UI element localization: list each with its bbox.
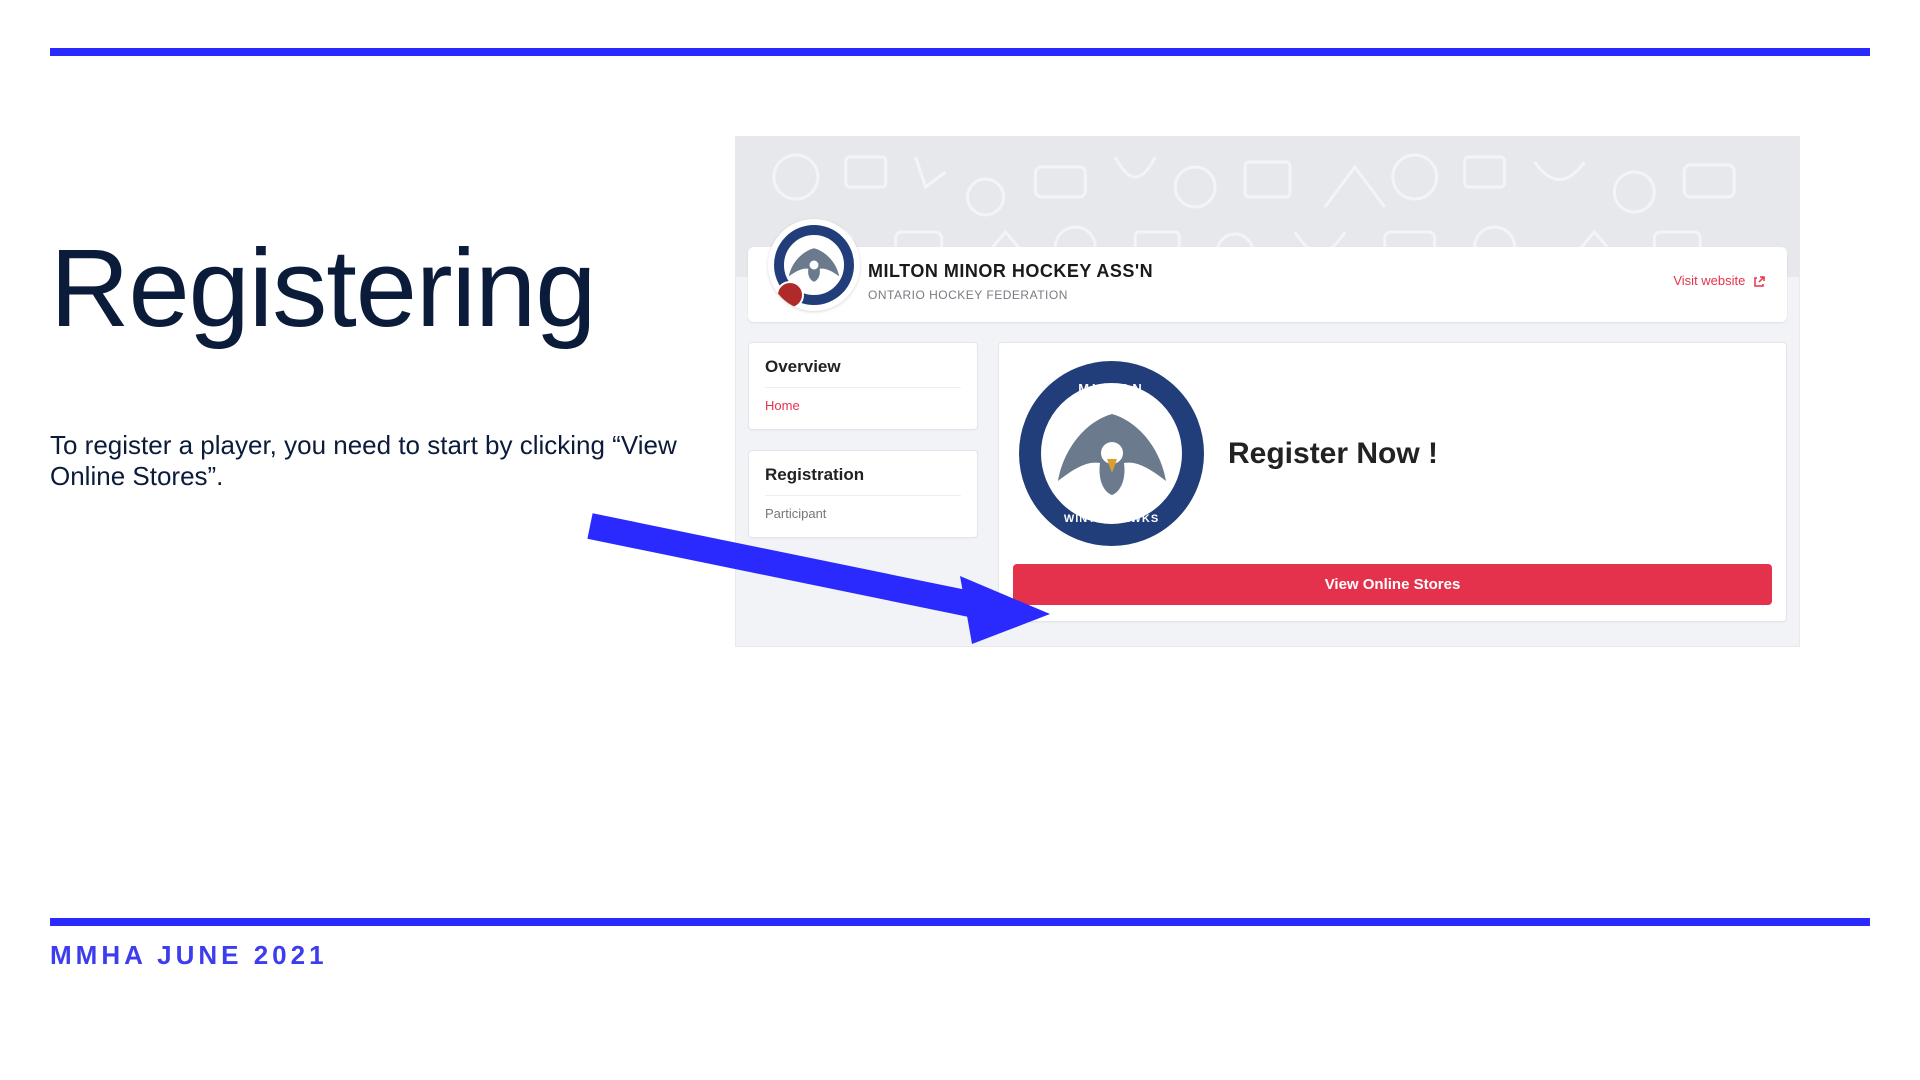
view-online-stores-button[interactable]: View Online Stores	[1013, 564, 1772, 605]
main-header: MILTON WINTERHAWKS Register Now !	[1013, 357, 1772, 564]
logo-bottom-text: WINTERHAWKS	[1041, 513, 1182, 525]
team-logo: MILTON WINTERHAWKS	[1019, 361, 1204, 546]
footer-text: MMHA JUNE 2021	[50, 940, 328, 971]
sidebar-registration-heading: Registration	[765, 465, 961, 485]
page-title: Registering	[50, 225, 595, 352]
hawk-logo-icon	[1052, 409, 1172, 499]
org-federation: ONTARIO HOCKEY FEDERATION	[868, 288, 1763, 302]
sidebar-registration-card: Registration Participant	[748, 450, 978, 538]
register-now-heading: Register Now !	[1228, 437, 1438, 471]
sidebar-item-participant[interactable]: Participant	[765, 495, 961, 527]
hawk-logo-icon	[786, 245, 842, 285]
org-avatar	[768, 219, 860, 311]
main-card: MILTON WINTERHAWKS Register Now ! View O…	[998, 342, 1787, 622]
slide: Registering To register a player, you ne…	[0, 0, 1920, 1080]
sidebar-overview-heading: Overview	[765, 357, 961, 377]
visit-website-link[interactable]: Visit website	[1673, 273, 1765, 288]
embedded-app-screenshot: MILTON MINOR HOCKEY ASS'N ONTARIO HOCKEY…	[735, 136, 1800, 647]
logo-top-text: MILTON	[1041, 381, 1182, 396]
instruction-text: To register a player, you need to start …	[50, 430, 690, 492]
content-row: Overview Home Registration Participant M…	[736, 322, 1799, 646]
sidebar: Overview Home Registration Participant	[748, 342, 978, 622]
sidebar-item-home[interactable]: Home	[765, 387, 961, 419]
sidebar-overview-card: Overview Home	[748, 342, 978, 430]
org-card: MILTON MINOR HOCKEY ASS'N ONTARIO HOCKEY…	[748, 247, 1787, 322]
bottom-rule	[50, 918, 1870, 926]
visit-website-label: Visit website	[1673, 273, 1745, 288]
federation-flag-icon	[776, 281, 804, 309]
top-rule	[50, 48, 1870, 56]
org-name: MILTON MINOR HOCKEY ASS'N	[868, 261, 1763, 282]
external-link-icon	[1753, 276, 1765, 288]
